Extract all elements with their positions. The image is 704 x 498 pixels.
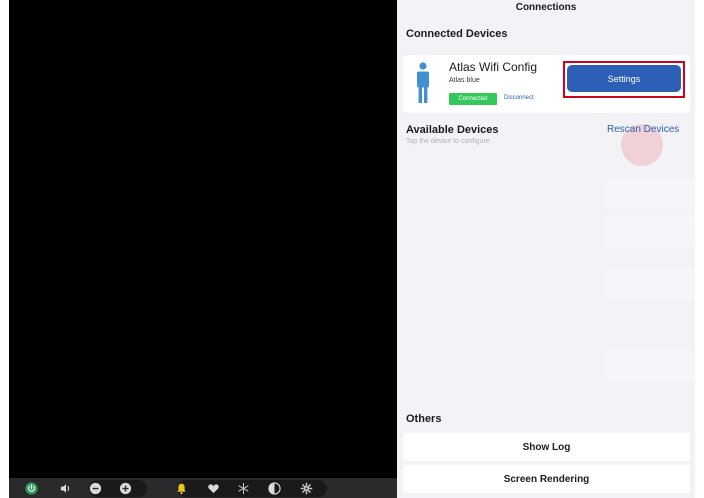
contrast-icon[interactable] <box>268 482 281 495</box>
snowflake-icon[interactable] <box>237 482 250 495</box>
status-badge: Connected <box>449 93 497 105</box>
right-edge <box>695 0 704 498</box>
others-header: Others <box>406 413 442 425</box>
settings-button[interactable]: Settings <box>567 65 681 92</box>
device-screen <box>9 0 397 498</box>
show-log-button[interactable]: Show Log <box>403 433 690 461</box>
person-icon <box>416 62 430 104</box>
bell-icon[interactable] <box>175 482 188 495</box>
zoom-out-icon[interactable] <box>89 482 102 495</box>
rescan-devices-button[interactable]: Rescan Devices <box>607 124 679 135</box>
available-devices-header: Available Devices <box>406 124 499 136</box>
disconnect-link[interactable]: Disconnect <box>504 95 534 101</box>
heart-icon[interactable] <box>207 482 220 495</box>
available-devices-hint: Tap the device to configure <box>406 138 490 145</box>
panel-title: Connections <box>515 2 577 13</box>
background-decoration <box>605 350 695 382</box>
background-decoration <box>605 178 695 210</box>
screen-rendering-button[interactable]: Screen Rendering <box>403 465 690 493</box>
connected-device-card: Atlas Wifi Config Atlas blue Connected D… <box>403 55 690 113</box>
bottom-toolbar <box>9 478 397 498</box>
volume-icon[interactable] <box>59 482 72 495</box>
connected-devices-header: Connected Devices <box>406 28 508 40</box>
background-decoration <box>605 215 695 247</box>
power-icon[interactable] <box>25 482 38 495</box>
zoom-in-icon[interactable] <box>119 482 132 495</box>
device-subtitle: Atlas blue <box>449 77 480 84</box>
device-name: Atlas Wifi Config <box>449 60 538 74</box>
background-decoration <box>605 268 695 300</box>
connections-panel: Connections Connected Devices Atlas Wifi… <box>397 0 695 498</box>
gear-icon[interactable] <box>300 482 313 495</box>
